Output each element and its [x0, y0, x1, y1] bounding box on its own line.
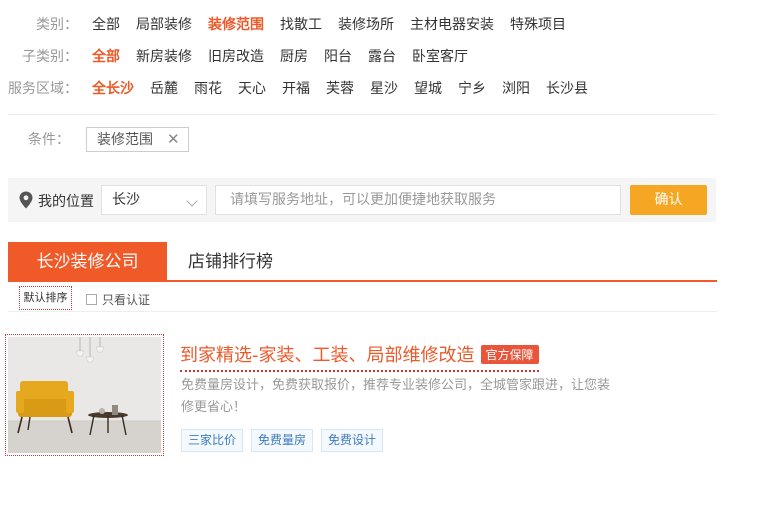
checkbox-icon	[86, 294, 97, 305]
area-option-all[interactable]: 全长沙	[92, 78, 134, 98]
listing-image[interactable]	[5, 334, 164, 456]
subcategory-option-all[interactable]: 全部	[92, 46, 120, 66]
area-option-tianxin[interactable]: 天心	[238, 78, 266, 98]
close-icon[interactable]: ✕	[167, 130, 180, 148]
sort-default-button[interactable]: 默认排序	[19, 286, 72, 310]
area-option-yuelu[interactable]: 岳麓	[150, 78, 178, 98]
category-filter-row: 类别： 全部 局部装修 装修范围 找散工 装修场所 主材电器安装 特殊项目	[0, 14, 582, 34]
area-option-furong[interactable]: 芙蓉	[326, 78, 354, 98]
chevron-down-icon	[186, 195, 198, 207]
city-select-value: 长沙	[112, 192, 140, 208]
category-option-appliance[interactable]: 主材电器安装	[410, 14, 494, 34]
listing-tags: 三家比价 免费量房 免费设计	[181, 429, 391, 452]
condition-tag-text: 装修范围	[97, 132, 153, 148]
category-option-odd-jobs[interactable]: 找散工	[280, 14, 322, 34]
address-input[interactable]: 请填写服务地址，可以更加便捷地获取服务	[215, 185, 621, 215]
verified-only-label: 只看认证	[102, 293, 151, 307]
tag-free-design[interactable]: 免费设计	[321, 429, 384, 452]
area-option-liuyang[interactable]: 浏阳	[502, 78, 530, 98]
area-option-ningxiang[interactable]: 宁乡	[458, 78, 486, 98]
listing-title-link[interactable]: 到家精选-家装、工装、局部维修改造 官方保障	[180, 341, 539, 372]
category-option-all[interactable]: 全部	[92, 14, 120, 34]
area-option-xingsha[interactable]: 星沙	[370, 78, 398, 98]
area-option-kaifu[interactable]: 开福	[282, 78, 310, 98]
area-option-changsha-county[interactable]: 长沙县	[546, 78, 588, 98]
confirm-button[interactable]: 确认	[630, 185, 707, 215]
category-option-scope[interactable]: 装修范围	[208, 14, 264, 34]
area-filter-row: 服务区域： 全长沙 岳麓 雨花 天心 开福 芙蓉 星沙 望城 宁乡 浏阳 长沙县	[0, 78, 604, 98]
area-option-yuhua[interactable]: 雨花	[194, 78, 222, 98]
condition-label: 条件：	[28, 132, 70, 148]
category-option-partial[interactable]: 局部装修	[136, 14, 192, 34]
official-guarantee-badge: 官方保障	[480, 344, 539, 364]
tab-store-ranking[interactable]: 店铺排行榜	[188, 242, 273, 282]
subcategory-filter-row: 子类别： 全部 新房装修 旧房改造 厨房 阳台 露台 卧室客厅	[0, 46, 484, 66]
filter-divider	[8, 114, 716, 115]
subcategory-option-new-house[interactable]: 新房装修	[136, 46, 192, 66]
subcategory-option-kitchen[interactable]: 厨房	[280, 46, 308, 66]
verified-only-checkbox[interactable]: 只看认证	[86, 291, 150, 308]
listing-title: 到家精选-家装、工装、局部维修改造	[180, 345, 475, 366]
area-option-wangcheng[interactable]: 望城	[414, 78, 442, 98]
subcategory-option-renovation[interactable]: 旧房改造	[208, 46, 264, 66]
category-option-special[interactable]: 特殊项目	[510, 14, 566, 34]
tag-three-quotes[interactable]: 三家比价	[181, 429, 244, 452]
location-bar: 我的位置 长沙 请填写服务地址，可以更加便捷地获取服务 确认	[8, 178, 716, 222]
condition-tag: 装修范围 ✕	[86, 126, 189, 152]
category-filter-label: 类别：	[36, 17, 78, 33]
subcategory-option-balcony[interactable]: 阳台	[324, 46, 352, 66]
map-pin-icon	[19, 191, 33, 209]
listing-description: 免费量房设计，免费获取报价，推荐专业装修公司，全城管家跟进，让您装修更省心！	[181, 378, 611, 415]
tag-free-measure[interactable]: 免费量房	[251, 429, 314, 452]
city-select[interactable]: 长沙	[101, 185, 207, 215]
subcategory-option-bedroom[interactable]: 卧室客厅	[412, 46, 468, 66]
sort-bar: 默认排序 只看认证	[8, 282, 717, 312]
condition-row: 条件： 装修范围 ✕	[0, 126, 189, 152]
room-illustration	[8, 337, 161, 453]
subcategory-filter-label: 子类别：	[22, 49, 78, 65]
listing-tabs: 长沙装修公司 店铺排行榜	[8, 242, 717, 282]
category-option-venue[interactable]: 装修场所	[338, 14, 394, 34]
subcategory-option-terrace[interactable]: 露台	[368, 46, 396, 66]
tab-changsha-companies[interactable]: 长沙装修公司	[8, 242, 167, 282]
area-filter-label: 服务区域：	[8, 81, 78, 97]
location-label: 我的位置	[38, 194, 94, 210]
